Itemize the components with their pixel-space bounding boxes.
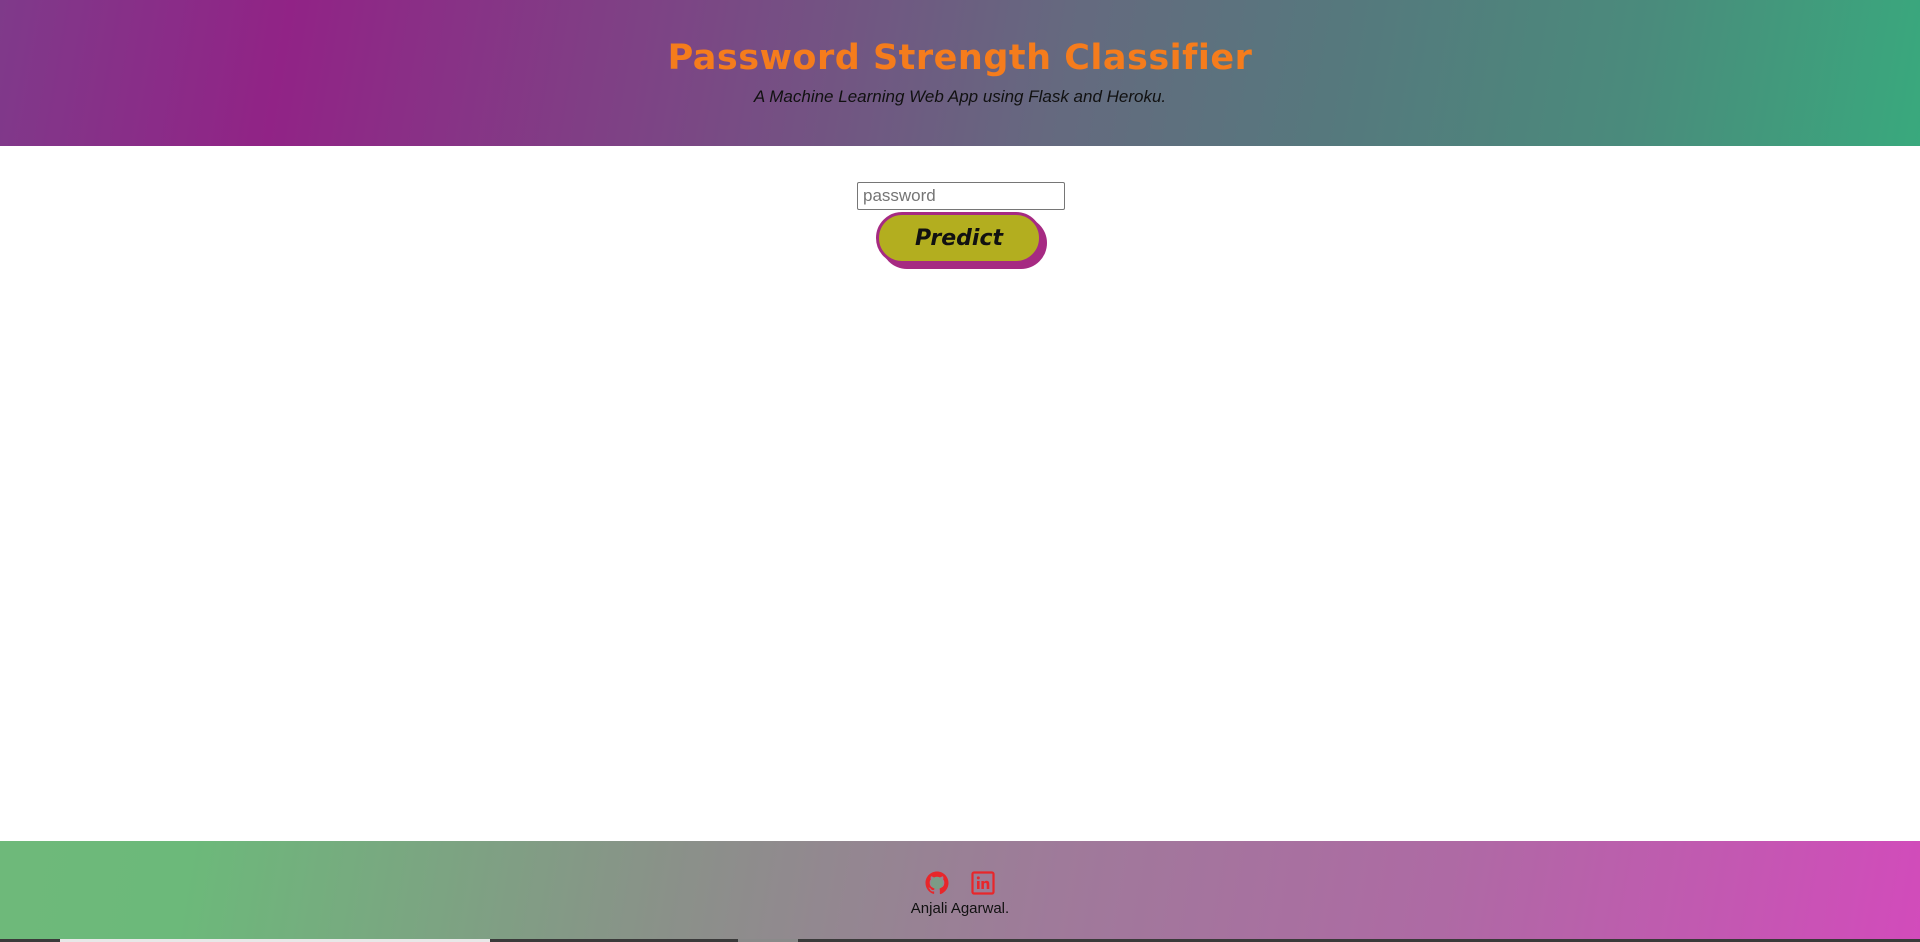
linkedin-icon[interactable] xyxy=(971,871,995,895)
author-credit: Anjali Agarwal. xyxy=(910,900,1010,917)
page-subtitle: A Machine Learning Web App using Flask a… xyxy=(753,87,1167,106)
page-title: Password Strength Classifier xyxy=(667,38,1253,78)
password-input[interactable] xyxy=(857,182,1065,210)
predict-button[interactable]: Predict xyxy=(876,212,1042,264)
footer: Anjali Agarwal. xyxy=(0,841,1920,942)
social-links xyxy=(0,871,1920,895)
github-icon[interactable] xyxy=(925,871,949,895)
header-banner: Password Strength Classifier A Machine L… xyxy=(0,0,1920,146)
page: Password Strength Classifier A Machine L… xyxy=(0,0,1920,942)
